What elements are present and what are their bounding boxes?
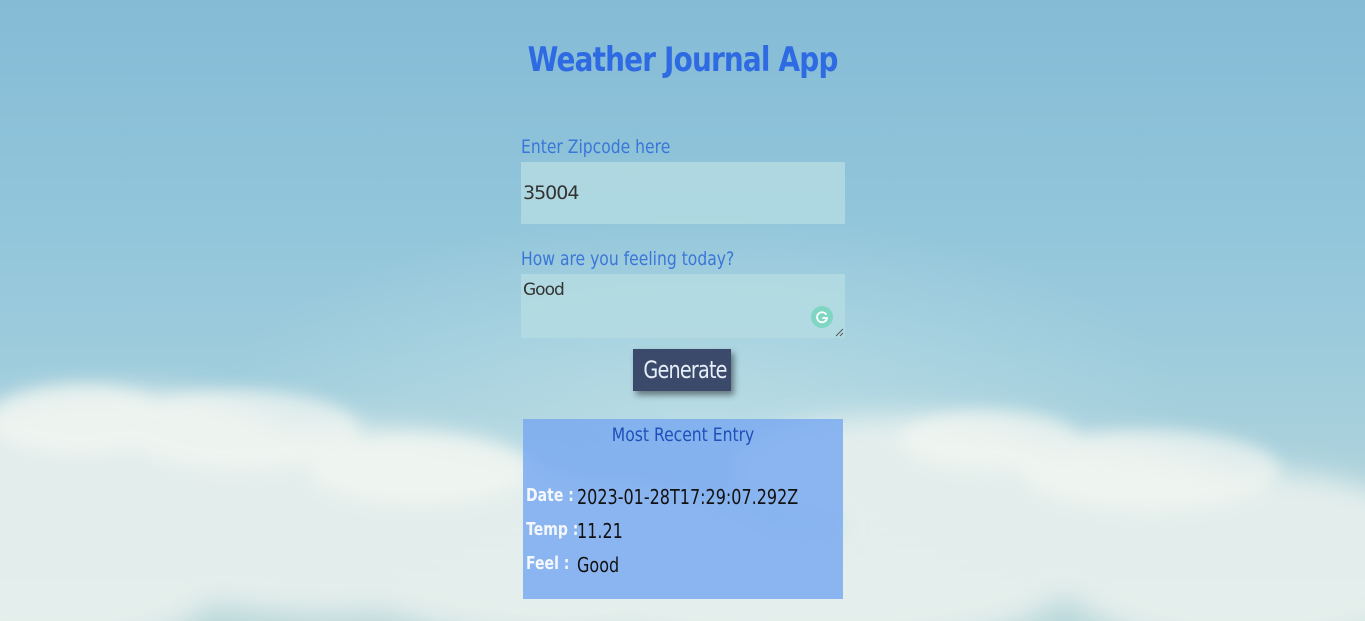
feel-label: Feel : xyxy=(526,553,570,574)
date-value: 2023-01-28T17:29:07.292Z xyxy=(577,485,799,509)
zipcode-label: Enter Zipcode here xyxy=(521,136,671,158)
grammarly-icon[interactable] xyxy=(811,306,833,328)
temp-value: 11.21 xyxy=(577,519,623,543)
date-label: Date : xyxy=(526,485,574,506)
feelings-label: How are you feeling today? xyxy=(521,248,735,270)
feel-value: Good xyxy=(577,553,620,577)
generate-button[interactable]: Generate xyxy=(633,349,731,391)
recent-entry-title: Most Recent Entry xyxy=(611,424,755,446)
recent-entry-panel: Most Recent Entry Date : 2023-01-28T17:2… xyxy=(523,419,843,599)
page-title: Weather Journal App xyxy=(527,40,839,80)
app-container: Weather Journal App Enter Zipcode here H… xyxy=(0,0,1365,621)
temp-label: Temp : xyxy=(526,519,579,540)
feelings-textarea[interactable]: Good xyxy=(521,274,845,338)
resize-handle-icon[interactable] xyxy=(834,327,844,337)
generate-button-label: Generate xyxy=(643,356,727,384)
zipcode-input[interactable] xyxy=(521,162,845,224)
